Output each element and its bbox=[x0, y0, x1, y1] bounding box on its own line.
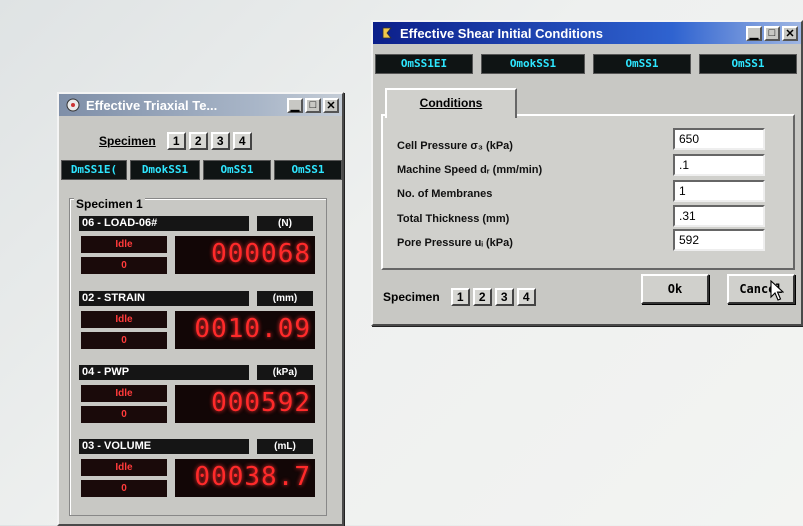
status-tag: OmSS1 bbox=[593, 54, 691, 74]
shear-dialog: Effective Shear Initial Conditions ▁ □ ✕… bbox=[371, 20, 803, 326]
specimen-selector: Specimen 1 2 3 4 bbox=[383, 288, 536, 306]
specimen-button-2[interactable]: 2 bbox=[472, 288, 492, 306]
maximize-button[interactable]: □ bbox=[764, 25, 780, 41]
channel-readout: 000592 bbox=[175, 385, 315, 423]
dialog-title: Effective Shear Initial Conditions bbox=[400, 25, 603, 41]
membranes-label: No. of Membranes bbox=[397, 188, 493, 200]
channel-state: Idle bbox=[81, 311, 167, 328]
channel-subvalue: 0 bbox=[81, 332, 167, 349]
channel-readout: 0010.09 bbox=[175, 311, 315, 349]
channel-unit: (N) bbox=[257, 216, 313, 231]
specimen-label: Specimen bbox=[99, 134, 156, 148]
close-icon: ✕ bbox=[785, 27, 795, 40]
channel-unit: (mm) bbox=[257, 291, 313, 306]
cell-pressure-field[interactable] bbox=[673, 128, 765, 150]
app-icon bbox=[66, 98, 80, 112]
channel-name: 02 - STRAIN bbox=[79, 291, 249, 306]
total-thickness-field[interactable] bbox=[673, 205, 765, 227]
total-thickness-label: Total Thickness (mm) bbox=[397, 213, 510, 225]
close-button[interactable]: ✕ bbox=[323, 97, 339, 113]
minimize-button[interactable]: ▁ bbox=[287, 97, 303, 113]
status-tag: DmSS1E( bbox=[61, 160, 127, 180]
status-tag-row: DmSS1E( DmokSS1 OmSS1 OmSS1 bbox=[59, 160, 344, 180]
group-label: Specimen 1 bbox=[74, 197, 145, 211]
arrow-cursor-icon bbox=[770, 280, 784, 301]
channel-state: Idle bbox=[81, 385, 167, 402]
channel-state: Idle bbox=[81, 459, 167, 476]
channel-readout: 00038.7 bbox=[175, 459, 315, 497]
cancel-button[interactable]: Cancel bbox=[727, 274, 795, 304]
pore-pressure-label: Pore Pressure uᵢ (kPa) bbox=[397, 237, 513, 249]
specimen-button-1[interactable]: 1 bbox=[166, 132, 186, 150]
minimize-icon: ▁ bbox=[290, 99, 300, 112]
channel-name: 04 - PWP bbox=[79, 365, 249, 380]
close-icon: ✕ bbox=[326, 99, 336, 112]
status-tag: OmSS1 bbox=[699, 54, 797, 74]
tab-label: Conditions bbox=[419, 96, 483, 110]
triaxial-titlebar[interactable]: Effective Triaxial Te... ▁ □ ✕ bbox=[59, 94, 342, 116]
minimize-icon: ▁ bbox=[749, 27, 759, 40]
channel-readout: 000068 bbox=[175, 236, 315, 274]
status-tag: DmokSS1 bbox=[130, 160, 200, 180]
machine-speed-field[interactable] bbox=[673, 154, 765, 176]
maximize-icon: □ bbox=[309, 99, 317, 111]
window-title: Effective Triaxial Te... bbox=[86, 97, 218, 113]
specimen-button-2[interactable]: 2 bbox=[188, 132, 208, 150]
pore-pressure-field[interactable] bbox=[673, 229, 765, 251]
specimen-button-3[interactable]: 3 bbox=[210, 132, 230, 150]
channel-unit: (mL) bbox=[257, 439, 313, 454]
machine-speed-label: Machine Speed dᵣ (mm/min) bbox=[397, 164, 543, 176]
tab-conditions[interactable]: Conditions bbox=[385, 88, 517, 118]
specimen-button-1[interactable]: 1 bbox=[450, 288, 470, 306]
channel-unit: (kPa) bbox=[257, 365, 313, 380]
specimen-selector: Specimen 1 2 3 4 bbox=[99, 132, 252, 150]
channel-state: Idle bbox=[81, 236, 167, 253]
cell-pressure-label: Cell Pressure σ₃ (kPa) bbox=[397, 140, 513, 152]
status-tag: OmSS1EI bbox=[375, 54, 473, 74]
maximize-button[interactable]: □ bbox=[305, 97, 321, 113]
status-tag: OmSS1 bbox=[203, 160, 271, 180]
triaxial-window: Effective Triaxial Te... ▁ □ ✕ Specimen … bbox=[57, 92, 344, 526]
app-icon bbox=[382, 27, 392, 39]
specimen-button-4[interactable]: 4 bbox=[232, 132, 252, 150]
channel-name: 06 - LOAD-06# bbox=[79, 216, 249, 231]
specimen-button-4[interactable]: 4 bbox=[516, 288, 536, 306]
status-tag: OmokSS1 bbox=[481, 54, 585, 74]
channel-subvalue: 0 bbox=[81, 406, 167, 423]
minimize-button[interactable]: ▁ bbox=[746, 25, 762, 41]
shear-titlebar[interactable]: Effective Shear Initial Conditions ▁ □ ✕ bbox=[373, 22, 801, 44]
channel-subvalue: 0 bbox=[81, 257, 167, 274]
ok-button[interactable]: Ok bbox=[641, 274, 709, 304]
channel-name: 03 - VOLUME bbox=[79, 439, 249, 454]
status-tag: OmSS1 bbox=[274, 160, 342, 180]
status-tag-row: OmSS1EI OmokSS1 OmSS1 OmSS1 bbox=[375, 54, 797, 74]
membranes-field[interactable] bbox=[673, 180, 765, 202]
specimen-button-3[interactable]: 3 bbox=[494, 288, 514, 306]
maximize-icon: □ bbox=[768, 27, 776, 39]
specimen-label: Specimen bbox=[383, 290, 440, 304]
channel-subvalue: 0 bbox=[81, 480, 167, 497]
close-button[interactable]: ✕ bbox=[782, 25, 798, 41]
